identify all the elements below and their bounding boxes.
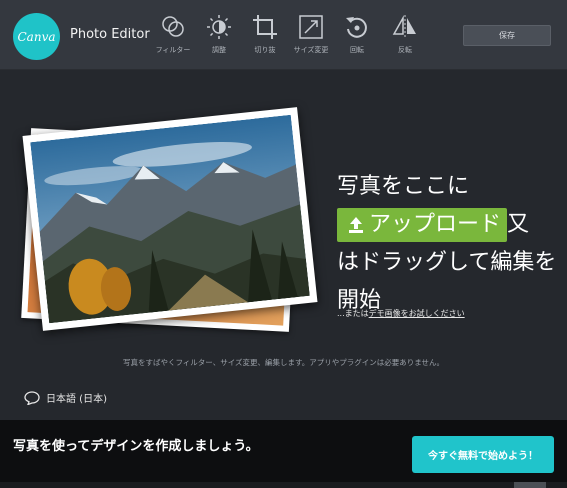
tool-rotate-label: 回転 (350, 46, 364, 54)
upload-line-1: 写真をここに (337, 174, 470, 199)
demo-prefix: ...または (337, 309, 369, 318)
logo-text: Canva (17, 29, 56, 44)
mountain-landscape-image (30, 114, 310, 324)
info-text: 写真をすばやくフィルター、サイズ変更、編集します。アプリやプラグインは必要ありま… (122, 358, 445, 367)
start-free-button[interactable]: 今すぐ無料で始めよう！ (412, 436, 554, 473)
filter-icon (162, 16, 184, 37)
resize-icon (299, 15, 323, 39)
canva-logo[interactable]: Canva (13, 13, 60, 60)
top-toolbar: Canva Photo Editor フィルター 調整 切り抜 サイズ変更 回転 (0, 0, 567, 70)
crop-icon (253, 15, 277, 39)
bottom-banner: 写真を使ってデザインを作成しましょう。 今すぐ無料で始めよう！ (0, 420, 567, 488)
tool-filter[interactable]: フィルター (150, 14, 196, 60)
sample-photo-stack (18, 107, 318, 340)
horizontal-scrollbar[interactable] (0, 482, 567, 488)
tool-filter-label: フィルター (155, 46, 191, 54)
banner-text: 写真を使ってデザインを作成しましょう。 (13, 439, 259, 454)
upload-line-3: はドラッグして編集を (337, 250, 557, 275)
tool-adjust-label: 調整 (212, 46, 226, 54)
flip-icon (392, 15, 416, 39)
tool-resize[interactable]: サイズ変更 (288, 14, 334, 60)
upload-arrow-icon (349, 217, 363, 233)
demo-image-link-row: ...またはデモ画像をお試しください (337, 308, 465, 319)
upload-line-2: アップロード 又 (337, 206, 567, 244)
tool-adjust[interactable]: 調整 (196, 14, 242, 60)
upload-button-label: アップロード (369, 212, 502, 237)
upload-prompt: 写真をここに アップロード 又 はドラッグして編集を 開始 (337, 168, 567, 320)
app-title: Photo Editor (70, 27, 150, 42)
save-button[interactable]: 保存 (463, 25, 551, 46)
language-label: 日本語 (日本) (46, 394, 107, 405)
tool-flip[interactable]: 反転 (382, 14, 428, 60)
tool-flip-label: 反転 (398, 46, 412, 54)
language-selector[interactable]: 日本語 (日本) (24, 390, 107, 405)
scrollbar-thumb[interactable] (514, 482, 546, 488)
brightness-icon (207, 15, 231, 39)
tool-crop[interactable]: 切り抜 (242, 14, 288, 60)
photo-front (22, 107, 318, 331)
rotate-icon (346, 17, 367, 38)
demo-image-link[interactable]: デモ画像をお試しください (369, 309, 465, 318)
tool-crop-label: 切り抜 (254, 46, 276, 54)
speech-bubble-icon (24, 390, 40, 405)
upload-button[interactable]: アップロード (337, 208, 508, 242)
tool-rotate[interactable]: 回転 (334, 14, 380, 60)
tool-resize-label: サイズ変更 (293, 46, 329, 54)
upload-line-2-suffix: 又 (507, 212, 530, 237)
